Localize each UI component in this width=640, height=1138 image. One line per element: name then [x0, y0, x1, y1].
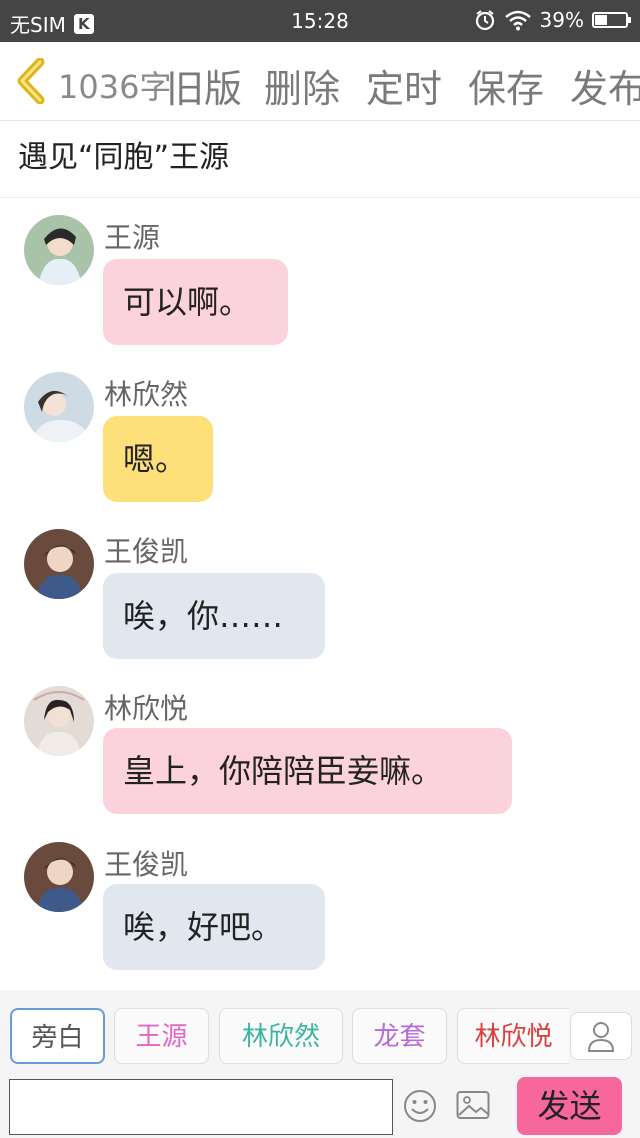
wifi-icon: [504, 10, 531, 31]
speaker-name: 林欣悦: [104, 692, 189, 725]
message-input[interactable]: [9, 1079, 393, 1135]
avatar[interactable]: [24, 842, 94, 912]
message-bubble[interactable]: 可以啊。: [103, 259, 288, 345]
battery-icon: [592, 12, 631, 28]
save-button[interactable]: 保存: [468, 58, 544, 113]
status-bar: 无SIM K 15:28 39%: [0, 0, 640, 42]
speaker-name: 王俊凯: [104, 848, 189, 881]
image-icon[interactable]: [456, 1090, 490, 1120]
message-bubble[interactable]: 唉，你……: [103, 573, 325, 659]
avatar[interactable]: [24, 529, 94, 599]
message-bubble[interactable]: 皇上，你陪陪臣妾嘛。: [103, 728, 512, 814]
word-count: 1036字: [58, 68, 172, 106]
person-icon: [587, 1022, 615, 1052]
avatar[interactable]: [24, 686, 94, 756]
battery-fill: [595, 15, 607, 25]
avatar[interactable]: [24, 372, 94, 442]
message-bubble[interactable]: 嗯。: [103, 416, 213, 502]
editor-toolbar: 1036字 旧版 删除 定时 保存 发布: [0, 42, 640, 121]
old-version-button[interactable]: 旧版: [166, 58, 242, 113]
role-chip-lin-xinran[interactable]: 林欣然: [219, 1008, 343, 1064]
status-right: 39%: [474, 8, 631, 32]
speaker-name: 王俊凯: [104, 535, 189, 568]
message-bubble[interactable]: 唉，好吧。: [103, 884, 325, 970]
back-chevron-icon[interactable]: [14, 58, 48, 104]
role-manager-button[interactable]: [570, 1012, 632, 1060]
role-chip-extra[interactable]: 龙套: [352, 1008, 447, 1064]
composer: 发送: [0, 1066, 640, 1138]
publish-button[interactable]: 发布: [570, 58, 640, 113]
speaker-name: 王源: [104, 221, 161, 254]
avatar[interactable]: [24, 215, 94, 285]
role-chip-narrator[interactable]: 旁白: [10, 1008, 105, 1064]
role-chip-lin-xinyue[interactable]: 林欣悦: [457, 1008, 569, 1064]
schedule-button[interactable]: 定时: [366, 58, 442, 113]
alarm-icon: [475, 10, 494, 31]
divider: [0, 197, 640, 198]
emoji-icon[interactable]: [402, 1088, 438, 1124]
speaker-name: 林欣然: [104, 378, 189, 411]
delete-button[interactable]: 删除: [264, 58, 340, 113]
story-title[interactable]: 遇见“同胞”王源: [18, 132, 229, 176]
battery-percent: 39%: [539, 8, 584, 32]
role-chip-wang-yuan[interactable]: 王源: [114, 1008, 209, 1064]
role-selector-bar: 旁白 王源 林欣然 龙套 林欣悦: [0, 990, 640, 1066]
send-button[interactable]: 发送: [517, 1077, 622, 1135]
